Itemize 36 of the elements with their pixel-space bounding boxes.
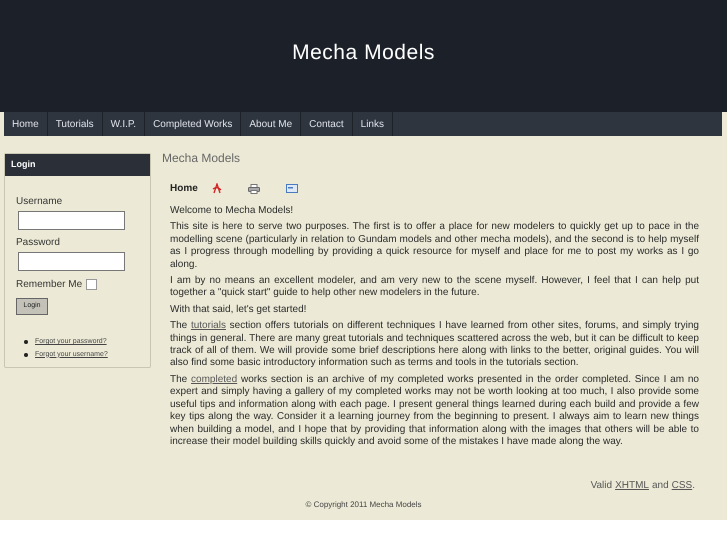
content-heading: Mecha Models [162,150,242,167]
print-icon[interactable] [248,184,260,194]
bullet-icon [24,352,28,357]
remember-me-checkbox[interactable] [86,279,98,290]
inline-link[interactable]: completed [191,374,238,385]
login-title: Login [11,158,36,172]
nav-link[interactable]: Contact [301,112,353,136]
username-label: Username [16,195,64,209]
bullet-icon [24,340,28,344]
password-label: Password [16,236,61,250]
nav-link[interactable]: Home [4,112,48,136]
paragraph: This site is here to serve two purposes. The first is to offer a place for new modelers to quickly get up to pace in the modelling scene (particularly in relation to Gundam models and other mecha models), and the second is to help myself as I progress through modelling by providing a quick resource for myself and place for me to post my works as I go along. [170,221,699,272]
period-label: . [692,479,695,493]
username-field[interactable] [18,211,125,230]
password-field[interactable] [18,252,125,271]
css-link[interactable]: CSS [672,478,692,493]
nav-link[interactable]: Links [352,112,393,136]
email-icon[interactable] [286,184,298,193]
article-title: Home [170,182,198,196]
paragraph: Welcome to Mecha Models! [170,205,294,218]
paragraph: With that said, let's get started! [170,304,308,316]
paragraph: I am by no means an excellent modeler, and am very new to the scene myself. However, I feel that I can help put together a "quick start" guide to help other new modelers in the future. [170,275,699,300]
nav-link[interactable]: Tutorials [48,112,103,136]
paragraph: The tutorials section offers tutorials on different techniques I have learned from other sites, forums, and simply trying things in general. There are many great tutorials and techniques scattered across the web, but it can be difficult to keep track of all of them. We will provide some brief descriptions here along with links to the better, original guides. You will also find some basic introductory information such as terms and tools in the tutorials section. [170,320,699,370]
nav-link[interactable]: W.I.P. [102,112,146,136]
xhtml-link[interactable]: XHTML [615,478,649,493]
paragraph: The completed works section is an archive of my completed works presented in the order completed. Since I am no expert and simply having a gallery of my completed works may not be worth looking at too much, I also provide some useful tips and information along with each page. I present general things learned during each build and provide a few key tips along the way. Consider it a learning journey from the beginning to present. I always aim to learn new things when building a model, and I hope that by providing that information along with the images that others will be able to increase their model building skills quickly and avoid some of the mistakes I have made along the way. [170,374,699,448]
site-title: Mecha Models [292,40,435,66]
pdf-icon[interactable] [212,183,222,194]
nav-link[interactable]: Completed Works [145,112,242,136]
valid-label: Valid [590,479,612,493]
copyright-text: © Copyright 2011 Mecha Models [305,499,422,511]
inline-link[interactable]: tutorials [190,320,226,332]
nav-link[interactable]: About Me [241,112,302,136]
and-label: and [652,479,669,493]
remember-me-label: Remember Me [16,278,82,292]
